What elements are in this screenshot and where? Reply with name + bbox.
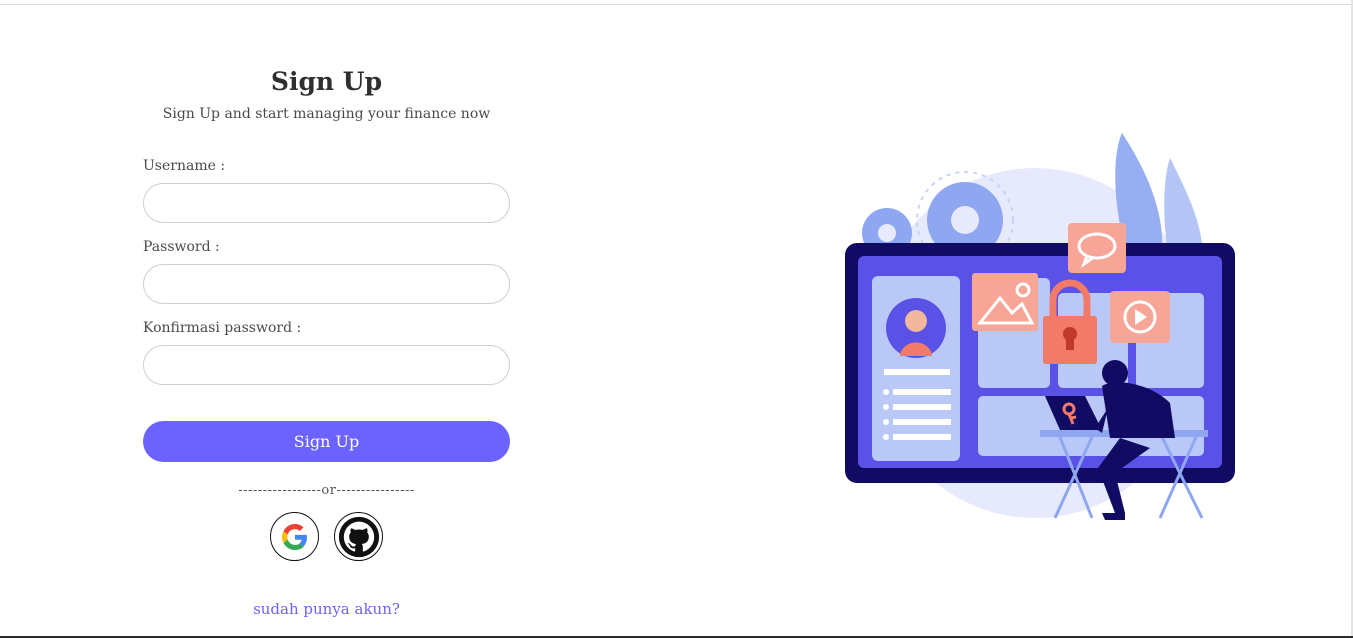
chat-bubble-icon [1068,223,1126,273]
password-input[interactable] [143,264,510,304]
google-icon [281,523,307,550]
or-divider: -----------------or---------------- [238,483,415,498]
confirm-password-input[interactable] [143,345,510,385]
page-title: Sign Up [270,67,383,96]
signup-page: Sign Up Sign Up and start managing your … [0,0,1353,638]
github-icon [338,516,379,557]
top-divider [0,4,1353,5]
page-subtitle: Sign Up and start managing your finance … [162,106,491,122]
google-login-button[interactable] [270,512,319,561]
signup-button[interactable]: Sign Up [143,421,510,462]
login-link[interactable]: sudah punya akun? [143,600,510,618]
username-label: Username : [143,158,226,174]
security-illustration [845,133,1235,520]
github-login-button[interactable] [334,512,383,561]
confirm-password-label: Konfirmasi password : [143,320,302,336]
social-login-row [143,512,510,561]
signup-form: Sign Up Sign Up and start managing your … [143,60,510,618]
username-input[interactable] [143,183,510,223]
password-label: Password : [143,239,220,255]
